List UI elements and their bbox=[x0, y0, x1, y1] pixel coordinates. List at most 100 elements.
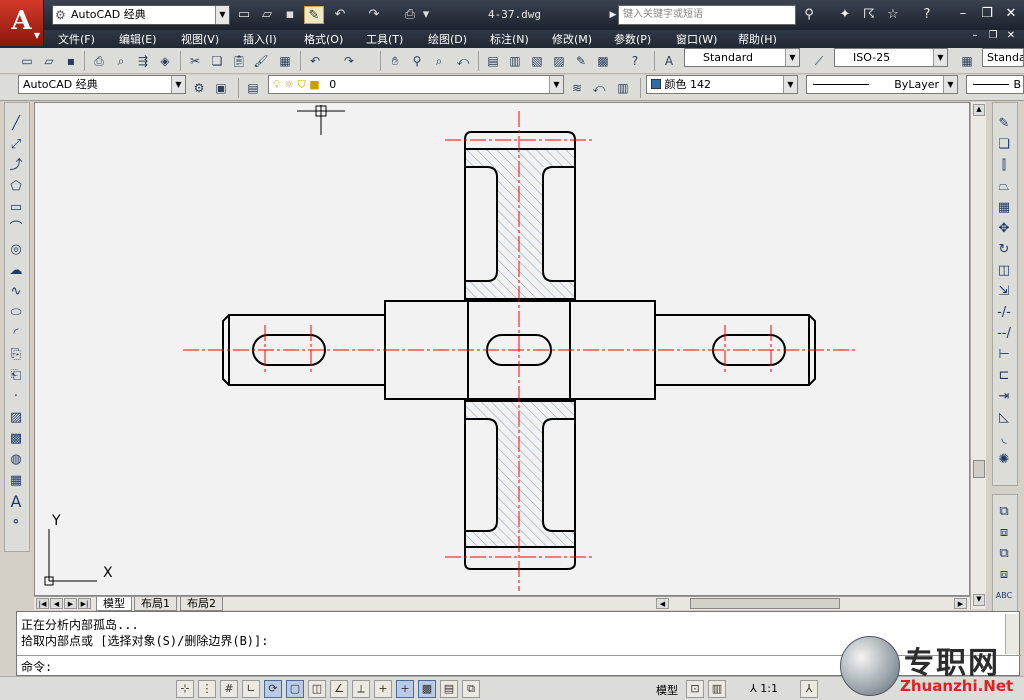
circle-icon[interactable]: ◎ bbox=[5, 239, 27, 260]
communication-center-icon[interactable]: ☈ bbox=[860, 6, 878, 24]
block-editor-icon[interactable]: ▦ bbox=[276, 52, 294, 70]
make-block-icon[interactable]: ⎗ bbox=[5, 365, 27, 386]
construction-line-icon[interactable]: ⤢ bbox=[5, 134, 27, 155]
doc-restore-button[interactable]: ❐ bbox=[986, 30, 1000, 46]
next-tab-button[interactable]: ▶ bbox=[64, 598, 77, 609]
copy-icon[interactable]: ❏ bbox=[208, 52, 226, 70]
offset-icon[interactable]: ⏢ bbox=[993, 176, 1015, 197]
redo-icon[interactable]: ↷ bbox=[364, 6, 384, 24]
customize-quick-access-icon[interactable]: ▾ bbox=[420, 6, 432, 24]
selection-cycling-toggle[interactable]: ⧉ bbox=[462, 680, 480, 698]
last-tab-button[interactable]: ▶| bbox=[78, 598, 91, 609]
zoom-window-icon[interactable]: ⌕ bbox=[430, 52, 448, 70]
chevron-down-icon[interactable]: ▼ bbox=[943, 76, 957, 93]
table-style-icon[interactable]: ▦ bbox=[958, 52, 976, 70]
dynamic-input-toggle[interactable]: + bbox=[374, 680, 392, 698]
ortho-mode-toggle[interactable]: ∟ bbox=[242, 680, 260, 698]
extend-icon[interactable]: --/ bbox=[993, 323, 1015, 344]
undo-icon[interactable]: ↶ bbox=[306, 52, 324, 70]
open-icon[interactable]: ▱ bbox=[40, 52, 58, 70]
vertical-scroll-thumb[interactable] bbox=[973, 460, 985, 478]
menu-parametric[interactable]: 参数(P) bbox=[614, 31, 651, 47]
paste-icon[interactable]: 📋︎ bbox=[230, 52, 248, 70]
menu-insert[interactable]: 插入(I) bbox=[243, 31, 277, 47]
menu-view[interactable]: 视图(V) bbox=[181, 31, 219, 47]
break-at-point-icon[interactable]: ⊢ bbox=[993, 344, 1015, 365]
menu-help[interactable]: 帮助(H) bbox=[738, 31, 777, 47]
gradient-icon[interactable]: ▩ bbox=[5, 428, 27, 449]
chamfer-icon[interactable]: ◺ bbox=[993, 407, 1015, 428]
make-current-layer-icon[interactable]: ≋ bbox=[568, 79, 586, 97]
application-menu-button[interactable]: A ▼ bbox=[0, 0, 44, 46]
lineweight-select[interactable]: B bbox=[966, 75, 1024, 94]
linetype-select[interactable]: ByLayer ▼ bbox=[806, 75, 958, 94]
erase-icon[interactable]: ✎ bbox=[993, 113, 1015, 134]
menu-draw[interactable]: 绘图(D) bbox=[428, 31, 467, 47]
tab-layout2[interactable]: 布局2 bbox=[180, 597, 223, 611]
tab-model[interactable]: 模型 bbox=[96, 597, 132, 611]
chevron-down-icon[interactable]: ▼ bbox=[933, 49, 947, 66]
dynamic-ucs-toggle[interactable]: ⟂ bbox=[352, 680, 370, 698]
ellipse-icon[interactable]: ⬭ bbox=[5, 302, 27, 323]
save-icon[interactable]: ▪ bbox=[280, 6, 300, 24]
design-center-icon[interactable]: ▥ bbox=[506, 52, 524, 70]
quick-view-layouts-icon[interactable]: ⊡ bbox=[686, 680, 704, 698]
model-space-button[interactable]: 模型 bbox=[656, 682, 678, 698]
fillet-icon[interactable]: ◟ bbox=[993, 428, 1015, 449]
table-icon[interactable]: ▦ bbox=[5, 470, 27, 491]
open-file-icon[interactable]: ▱ bbox=[257, 6, 277, 24]
search-input[interactable]: 键入关键字或短语 bbox=[618, 5, 796, 25]
trim-icon[interactable]: -/- bbox=[993, 302, 1015, 323]
point-icon[interactable]: · bbox=[5, 386, 27, 407]
array-icon[interactable]: ▦ bbox=[993, 197, 1015, 218]
line-icon[interactable]: ╱ bbox=[5, 113, 27, 134]
new-file-icon[interactable]: ▭ bbox=[234, 6, 254, 24]
transparency-toggle[interactable]: ▩ bbox=[418, 680, 436, 698]
hatch-icon[interactable]: ▨ bbox=[5, 407, 27, 428]
join-icon[interactable]: ⇥ bbox=[993, 386, 1015, 407]
markup-icon[interactable]: ✎ bbox=[572, 52, 590, 70]
workspace-settings-icon[interactable]: ⚙ bbox=[190, 79, 208, 97]
save-icon[interactable]: ▪ bbox=[62, 52, 80, 70]
send-to-back-icon[interactable]: ⧈ bbox=[993, 522, 1015, 543]
scale-icon[interactable]: ◫ bbox=[993, 260, 1015, 281]
bring-above-icon[interactable]: ⧉ bbox=[993, 543, 1015, 564]
dim-style-select[interactable]: ISO-25 ▼ bbox=[834, 48, 948, 67]
vertical-scrollbar[interactable]: ▲ ▼ bbox=[970, 102, 986, 609]
scroll-left-button[interactable]: ◀ bbox=[656, 598, 669, 609]
object-snap-tracking-toggle[interactable]: ∠ bbox=[330, 680, 348, 698]
object-snap-toggle[interactable]: ▢ bbox=[286, 680, 304, 698]
text-front-icon[interactable]: ABC bbox=[993, 585, 1015, 606]
color-select[interactable]: 颜色 142 ▼ bbox=[646, 75, 798, 94]
quick-view-drawings-icon[interactable]: ▥ bbox=[708, 680, 726, 698]
zoom-previous-icon[interactable]: ⤺ bbox=[454, 52, 472, 70]
horizontal-scroll-thumb[interactable] bbox=[690, 598, 840, 609]
doc-minimize-button[interactable]: – bbox=[968, 30, 982, 46]
publish-icon[interactable]: ⇶ bbox=[134, 52, 152, 70]
plot-preview-icon[interactable]: ⌕ bbox=[112, 52, 130, 70]
region-icon[interactable]: ◍ bbox=[5, 449, 27, 470]
redo-icon[interactable]: ↷ bbox=[340, 52, 358, 70]
move-icon[interactable]: ✥ bbox=[993, 218, 1015, 239]
polar-tracking-toggle[interactable]: ⟳ bbox=[264, 680, 282, 698]
save-as-icon[interactable]: ✎ bbox=[304, 6, 324, 24]
copy-object-icon[interactable]: ❏ bbox=[993, 134, 1015, 155]
scroll-up-button[interactable]: ▲ bbox=[973, 104, 985, 116]
help-icon[interactable]: ? bbox=[626, 52, 644, 70]
explode-icon[interactable]: ✺ bbox=[993, 449, 1015, 470]
close-window-button[interactable]: ✕ bbox=[1000, 4, 1022, 24]
tool-palettes-icon[interactable]: ▧ bbox=[528, 52, 546, 70]
menu-tools[interactable]: 工具(T) bbox=[366, 31, 403, 47]
menu-dimension[interactable]: 标注(N) bbox=[490, 31, 529, 47]
snap-mode-toggle[interactable]: ⋮ bbox=[198, 680, 216, 698]
chevron-down-icon[interactable]: ▼ bbox=[783, 76, 797, 93]
grid-display-toggle[interactable]: # bbox=[220, 680, 238, 698]
annotation-visibility-icon[interactable]: ⅄ bbox=[800, 680, 818, 698]
table-style-select[interactable]: Standa bbox=[982, 48, 1024, 67]
arc-icon[interactable]: ⌒ bbox=[5, 218, 27, 239]
ellipse-arc-icon[interactable]: ◜ bbox=[5, 323, 27, 344]
tab-layout1[interactable]: 布局1 bbox=[134, 597, 177, 611]
revision-cloud-icon[interactable]: ☁︎ bbox=[5, 260, 27, 281]
spline-icon[interactable]: ∿ bbox=[5, 281, 27, 302]
workspace-lock-icon[interactable]: ▣ bbox=[212, 79, 230, 97]
